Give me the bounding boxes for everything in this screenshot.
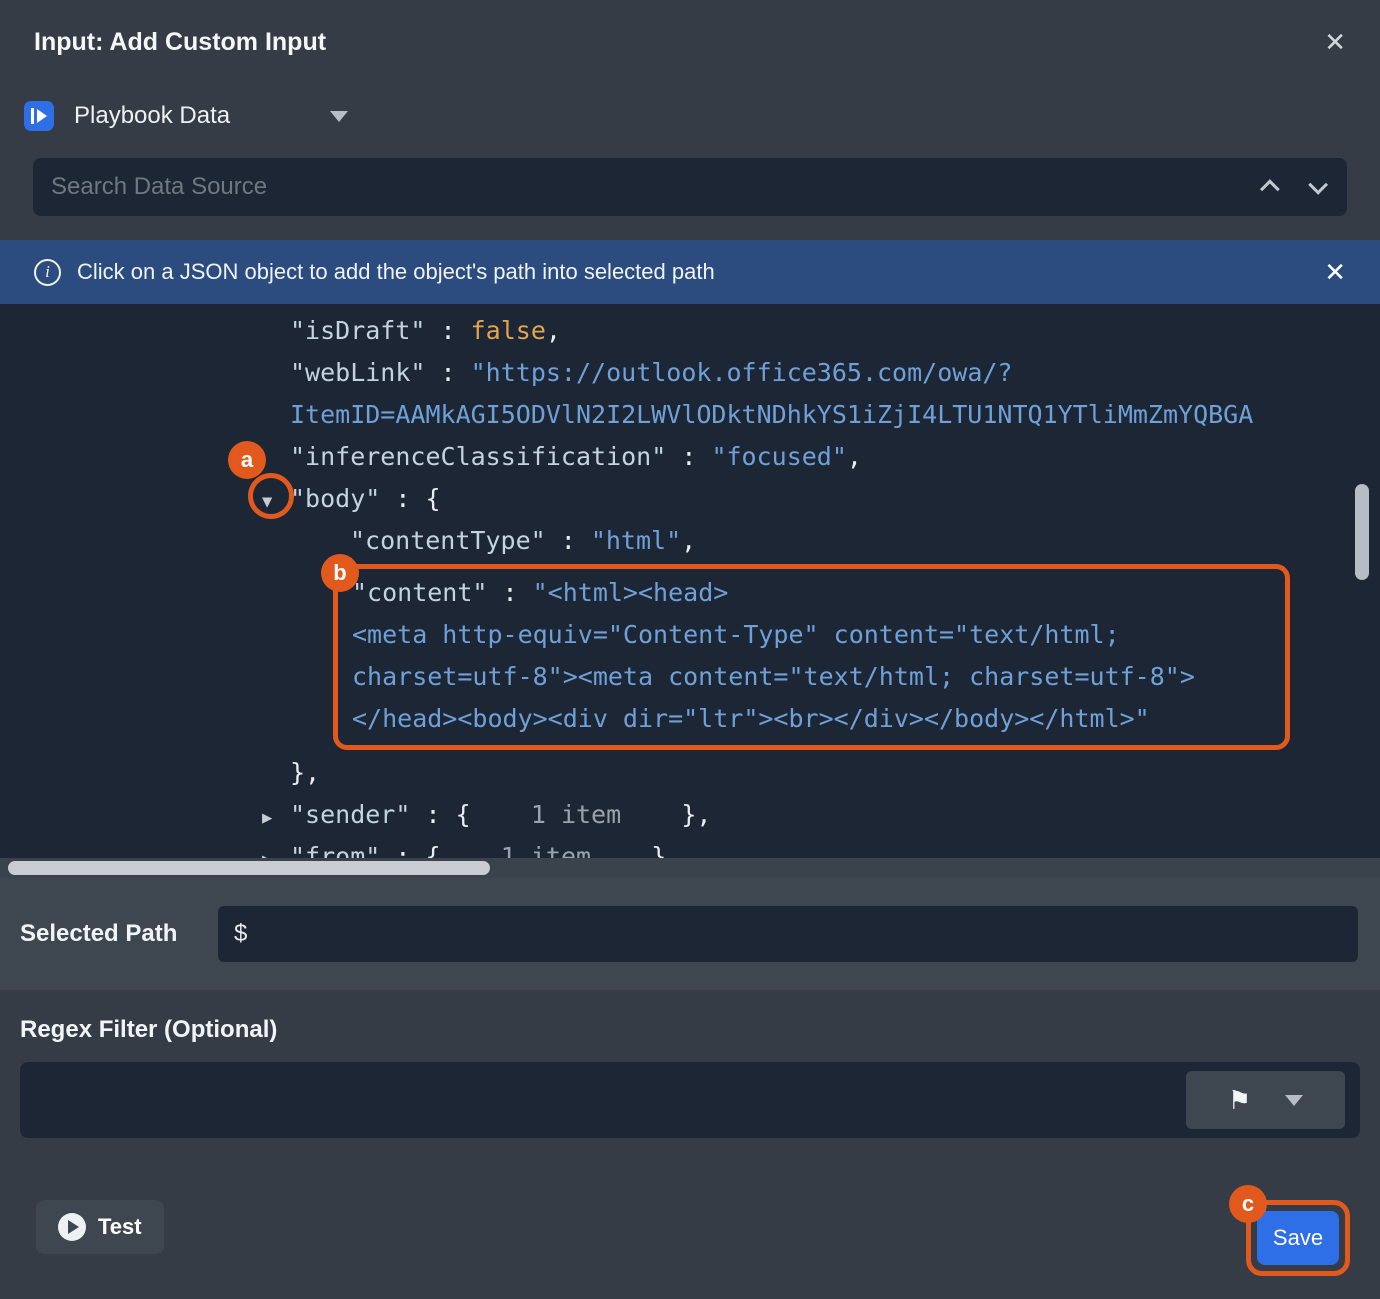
json-line[interactable]: <meta http-equiv="Content-Type" content=… xyxy=(350,614,1275,656)
annotation-box-b: b "content" : "<html><head><meta http-eq… xyxy=(333,564,1290,750)
flag-icon: ⚑ xyxy=(1228,1087,1251,1113)
json-token-punct: : { xyxy=(410,800,530,829)
regex-filter-input[interactable] xyxy=(20,1062,1360,1138)
json-line[interactable]: }, xyxy=(0,752,1380,794)
json-token-key: "inferenceClassification" xyxy=(290,442,666,471)
json-token-punct: , xyxy=(847,442,862,471)
data-source-selector[interactable]: Playbook Data xyxy=(0,84,1380,148)
json-line[interactable]: "contentType" : "html", xyxy=(0,520,1380,562)
json-token-str: "<html><head> xyxy=(533,578,729,607)
json-token-punct: }, xyxy=(621,800,711,829)
horizontal-scrollbar-thumb[interactable] xyxy=(8,861,490,875)
search-row xyxy=(0,148,1380,216)
json-token-key: "content" xyxy=(352,578,487,607)
annotation-badge-a: a xyxy=(228,441,266,479)
banner-text: Click on a JSON object to add the object… xyxy=(77,259,715,285)
json-token-str: "focused" xyxy=(711,442,846,471)
json-token-str: ItemID=AAMkAGI5ODVlN2I2LWVlODktNDhkYS1iZ… xyxy=(290,400,1253,429)
json-content-highlight: "content" : "<html><head> <meta http-equi… xyxy=(350,572,1275,740)
json-token-str: </head><body><div dir="ltr"><br></div></… xyxy=(352,704,1150,733)
selected-path-input[interactable] xyxy=(218,906,1358,962)
json-token-bool: false xyxy=(471,316,546,345)
search-input[interactable] xyxy=(33,158,1347,216)
annotation-badge-c: c xyxy=(1229,1185,1267,1223)
json-token-punct: }, xyxy=(290,758,320,787)
selected-path-row: Selected Path xyxy=(0,878,1380,990)
json-token-key: "contentType" xyxy=(350,526,546,555)
json-token-punct: : xyxy=(666,442,711,471)
test-button-label: Test xyxy=(98,1214,142,1240)
json-token-key: "body" xyxy=(290,484,380,513)
json-viewer: "isDraft" : false,"webLink" : "https://o… xyxy=(0,304,1380,878)
regex-filter-label: Regex Filter (Optional) xyxy=(20,1016,1360,1044)
playbook-data-icon xyxy=(24,101,54,131)
json-token-punct: : { xyxy=(380,484,440,513)
horizontal-scrollbar[interactable] xyxy=(0,858,1380,878)
json-token-key: "sender" xyxy=(290,800,410,829)
banner-close-icon[interactable]: ✕ xyxy=(1324,259,1346,285)
json-token-str: "html" xyxy=(591,526,681,555)
json-lines-top: "isDraft" : false,"webLink" : "https://o… xyxy=(0,310,1380,562)
expand-toggle-icon[interactable]: ▶ xyxy=(262,797,290,839)
collapse-toggle-icon[interactable]: ▼a xyxy=(262,481,290,523)
page-title: Input: Add Custom Input xyxy=(34,28,326,57)
actions-row: Test c Save xyxy=(20,1200,1360,1276)
json-token-key: "webLink" xyxy=(290,358,425,387)
json-token-str: <meta http-equiv="Content-Type" content=… xyxy=(352,620,1120,649)
info-banner: i Click on a JSON object to add the obje… xyxy=(0,240,1380,304)
regex-section: Regex Filter (Optional) ⚑ Test c Save xyxy=(0,990,1380,1276)
modal-titlebar: Input: Add Custom Input ✕ xyxy=(0,0,1380,84)
regex-flags-dropdown[interactable]: ⚑ xyxy=(1186,1071,1345,1129)
vertical-scrollbar-thumb[interactable] xyxy=(1355,484,1369,580)
json-token-punct: : xyxy=(425,358,470,387)
annotation-badge-b: b xyxy=(321,554,359,592)
modal-add-custom-input: Input: Add Custom Input ✕ Playbook Data … xyxy=(0,0,1380,1276)
chevron-down-icon xyxy=(1285,1095,1303,1106)
json-token-punct: : xyxy=(425,316,470,345)
json-line[interactable]: ▼a"body" : { xyxy=(0,478,1380,520)
play-icon xyxy=(58,1213,86,1241)
json-token-str: charset=utf-8"><meta content="text/html;… xyxy=(352,662,1195,691)
data-source-label: Playbook Data xyxy=(74,102,230,130)
selected-path-label: Selected Path xyxy=(20,920,218,948)
chevron-down-icon[interactable] xyxy=(330,111,348,122)
json-token-punct: : xyxy=(487,578,532,607)
save-button[interactable]: Save xyxy=(1257,1211,1339,1265)
json-line[interactable]: "webLink" : "https://outlook.office365.c… xyxy=(0,352,1380,394)
annotation-circle-a xyxy=(248,473,294,519)
json-line[interactable]: "content" : "<html><head> xyxy=(350,572,1275,614)
json-token-meta: 1 item xyxy=(531,800,621,829)
info-icon: i xyxy=(34,259,61,286)
json-line[interactable]: ItemID=AAMkAGI5ODVlN2I2LWVlODktNDhkYS1iZ… xyxy=(0,394,1380,436)
json-line[interactable]: ▶"sender" : { 1 item }, xyxy=(0,794,1380,836)
json-token-punct: , xyxy=(681,526,696,555)
json-line[interactable]: </head><body><div dir="ltr"><br></div></… xyxy=(350,698,1275,740)
json-token-punct: , xyxy=(546,316,561,345)
json-line[interactable]: charset=utf-8"><meta content="text/html;… xyxy=(350,656,1275,698)
json-line[interactable]: "inferenceClassification" : "focused", xyxy=(0,436,1380,478)
json-token-str: "https://outlook.office365.com/owa/? xyxy=(471,358,1013,387)
close-icon[interactable]: ✕ xyxy=(1324,29,1346,55)
annotation-box-c: c Save xyxy=(1246,1200,1350,1276)
json-token-key: "isDraft" xyxy=(290,316,425,345)
json-line[interactable]: "isDraft" : false, xyxy=(0,310,1380,352)
test-button[interactable]: Test xyxy=(36,1200,164,1254)
json-token-punct: : xyxy=(546,526,591,555)
